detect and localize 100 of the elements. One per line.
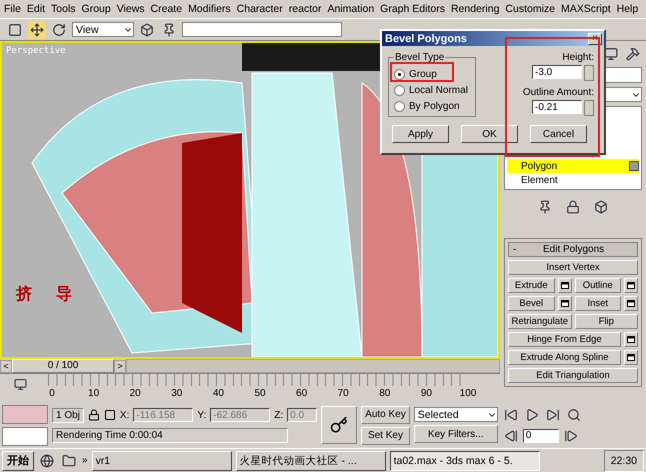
rollout-header[interactable]: - Edit Polygons xyxy=(508,242,638,257)
window-icon xyxy=(627,336,635,343)
menu-item[interactable]: Customize xyxy=(502,3,558,15)
tick-label: 30 xyxy=(171,388,182,399)
settings-button[interactable] xyxy=(624,332,638,347)
settings-button[interactable] xyxy=(558,278,572,293)
auto-key-button[interactable]: Auto Key xyxy=(361,406,410,424)
radio-option[interactable]: By Polygon xyxy=(394,101,460,112)
dialog-button[interactable]: Apply xyxy=(392,125,449,143)
box-icon[interactable] xyxy=(138,20,156,38)
color-swatch[interactable] xyxy=(2,404,48,424)
command-button[interactable]: Extrude xyxy=(508,278,554,293)
menu-item[interactable]: Help xyxy=(614,3,642,15)
move-icon[interactable] xyxy=(28,20,46,38)
height-field[interactable]: -3.0 xyxy=(532,65,582,79)
outline-field[interactable]: -0.21 xyxy=(532,100,582,114)
command-button[interactable]: Retriangulate xyxy=(508,314,572,329)
caption-text: 挤 xyxy=(16,284,32,305)
radio-option[interactable]: Group xyxy=(394,69,437,80)
lock-icon[interactable] xyxy=(88,409,100,421)
frame-field[interactable]: 0 xyxy=(522,428,559,442)
menu-item[interactable]: Tools xyxy=(48,3,79,15)
dialog-button[interactable]: OK xyxy=(461,125,518,143)
menu-item[interactable]: Create xyxy=(148,3,186,15)
box-icon[interactable] xyxy=(592,198,610,216)
set-key-button[interactable]: Set Key xyxy=(361,426,410,444)
timeline-ruler[interactable]: 0 10 20 30 40 50 60 70 80 90 100 xyxy=(40,374,480,403)
menu-item[interactable]: Rendering xyxy=(448,3,502,15)
window-icon xyxy=(627,354,635,361)
previous-frame-button[interactable]: < xyxy=(0,360,12,372)
tick-label: 90 xyxy=(420,388,432,399)
selection-set-field[interactable] xyxy=(182,22,342,37)
spinner[interactable] xyxy=(584,65,594,81)
menu-item[interactable]: MAXScript xyxy=(558,3,614,15)
menu-item[interactable]: Animation xyxy=(324,3,378,15)
command-button[interactable]: Edit Triangulation xyxy=(508,368,638,383)
view-dropdown[interactable]: View xyxy=(72,22,134,37)
z-label: Z: xyxy=(274,410,284,420)
radio-option[interactable]: Local Normal xyxy=(394,85,468,96)
y-label: Y: xyxy=(197,410,206,420)
tick-label: 60 xyxy=(296,388,308,399)
key-button[interactable] xyxy=(321,406,358,444)
tick-label: 20 xyxy=(130,388,141,399)
tick-label: 80 xyxy=(379,388,390,399)
tick-label: 70 xyxy=(338,388,349,399)
spinner[interactable] xyxy=(584,100,594,116)
taskbar-button[interactable]: vr1 xyxy=(92,450,232,470)
command-button[interactable]: Bevel xyxy=(508,296,554,311)
command-button[interactable]: Inset xyxy=(574,296,621,311)
stack-item[interactable]: Polygon xyxy=(507,159,639,173)
menu-item[interactable]: Edit xyxy=(24,3,48,15)
settings-button[interactable] xyxy=(624,350,638,365)
settings-button[interactable] xyxy=(624,296,638,311)
more-icon[interactable]: » xyxy=(82,455,88,466)
monitor-icon[interactable] xyxy=(14,378,26,391)
group-label: Bevel Type xyxy=(394,52,446,63)
menu-item[interactable]: Modifiers xyxy=(185,3,234,15)
height-label: Height: xyxy=(562,52,594,63)
lock-icon[interactable] xyxy=(564,198,582,216)
outline-label: Outline Amount: xyxy=(522,87,594,98)
annotation-frame xyxy=(390,62,454,82)
window-icon xyxy=(627,300,635,307)
time-slider-thumb[interactable]: 0 / 100 xyxy=(12,359,114,373)
menu-item[interactable]: Views xyxy=(114,3,148,15)
menu-item[interactable]: File xyxy=(1,3,24,15)
globe-icon[interactable] xyxy=(38,452,56,470)
tick-label: 0 xyxy=(49,388,55,399)
selection-count: 1 Obj xyxy=(52,408,84,422)
radio-icon[interactable] xyxy=(394,69,405,80)
settings-button[interactable] xyxy=(558,296,572,311)
window-icon xyxy=(560,300,568,307)
command-button[interactable]: Outline xyxy=(574,278,621,293)
command-button[interactable]: Flip xyxy=(574,314,638,329)
taskbar-button[interactable]: ta02.max - 3ds max 6 - 5. xyxy=(390,450,540,470)
clock: 22:30 xyxy=(604,450,644,472)
command-button[interactable]: Insert Vertex xyxy=(508,260,638,275)
menu-item[interactable]: Character xyxy=(234,3,286,15)
menu-item[interactable]: Group xyxy=(78,3,114,15)
key-icon xyxy=(330,416,348,434)
color-swatch[interactable] xyxy=(2,426,48,446)
dialog-button[interactable]: Cancel xyxy=(530,125,587,143)
square-icon xyxy=(629,161,639,171)
taskbar-button[interactable]: 火星时代动画大社区 - ... xyxy=(236,450,386,470)
tick-label: 10 xyxy=(88,388,100,399)
hammer-icon[interactable] xyxy=(624,45,642,63)
command-button[interactable]: Hinge From Edge xyxy=(508,332,621,347)
window-icon xyxy=(560,282,568,289)
settings-button[interactable] xyxy=(624,278,638,293)
window-icon xyxy=(627,282,635,289)
start-button[interactable]: 开始 xyxy=(2,450,34,470)
radio-icon[interactable] xyxy=(394,85,405,96)
square-icon[interactable] xyxy=(104,409,116,421)
menu-item[interactable]: reactor xyxy=(286,3,324,15)
caption-text: 导 xyxy=(56,285,72,305)
radio-icon[interactable] xyxy=(394,101,405,112)
menu-item[interactable]: Graph Editors xyxy=(377,3,448,15)
command-button[interactable]: Extrude Along Spline xyxy=(508,350,621,365)
next-frame-button[interactable]: > xyxy=(114,360,126,372)
key-mode-dropdown[interactable]: Selected xyxy=(414,407,498,422)
key-filters-button[interactable]: Key Filters... xyxy=(414,425,498,443)
